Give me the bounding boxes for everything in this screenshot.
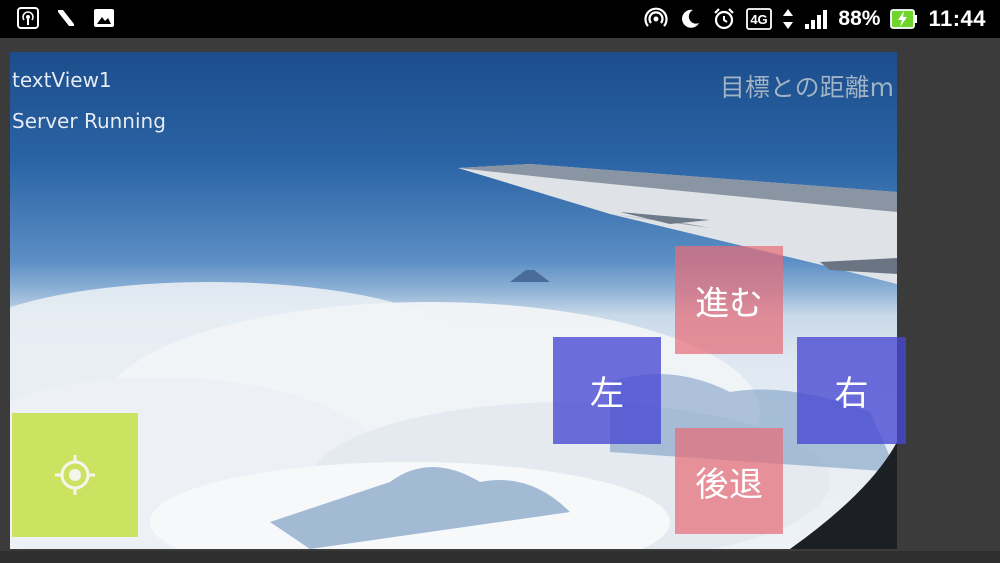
left-button[interactable]: 左 — [553, 337, 661, 444]
status-bar-right: 4G 88% 11:44 — [644, 6, 986, 32]
hotspot-signal-icon — [644, 7, 668, 31]
right-button[interactable]: 右 — [797, 337, 906, 444]
alarm-icon — [712, 7, 736, 31]
text-view-label: textView1 — [12, 68, 112, 92]
forward-button-label: 進む — [695, 283, 763, 324]
network-type-label: 4G — [751, 12, 768, 27]
data-arrows-icon — [782, 7, 794, 31]
back-button[interactable]: 後退 — [675, 428, 783, 534]
left-button-label: 左 — [590, 374, 624, 414]
notification-n-icon — [54, 6, 78, 30]
status-clock: 11:44 — [928, 6, 986, 31]
cell-signal-icon — [804, 7, 828, 31]
locate-button[interactable] — [12, 413, 138, 537]
battery-charging-icon — [890, 7, 918, 31]
right-button-label: 右 — [834, 374, 869, 414]
status-bar-left — [16, 6, 116, 30]
forward-button[interactable]: 進む — [675, 246, 783, 354]
server-status-label: Server Running — [12, 109, 166, 133]
status-bar: 4G 88% 11:44 — [0, 0, 1000, 38]
bottom-bar — [0, 551, 1000, 563]
crosshair-icon — [55, 455, 95, 495]
network-type-icon: 4G — [746, 7, 773, 31]
distance-label: 目標との距離m — [719, 73, 894, 102]
battery-percent: 88% — [838, 7, 881, 30]
image-icon — [92, 6, 116, 30]
hotspot-icon — [16, 6, 40, 30]
moon-icon — [678, 7, 702, 31]
back-button-label: 後退 — [695, 464, 763, 505]
